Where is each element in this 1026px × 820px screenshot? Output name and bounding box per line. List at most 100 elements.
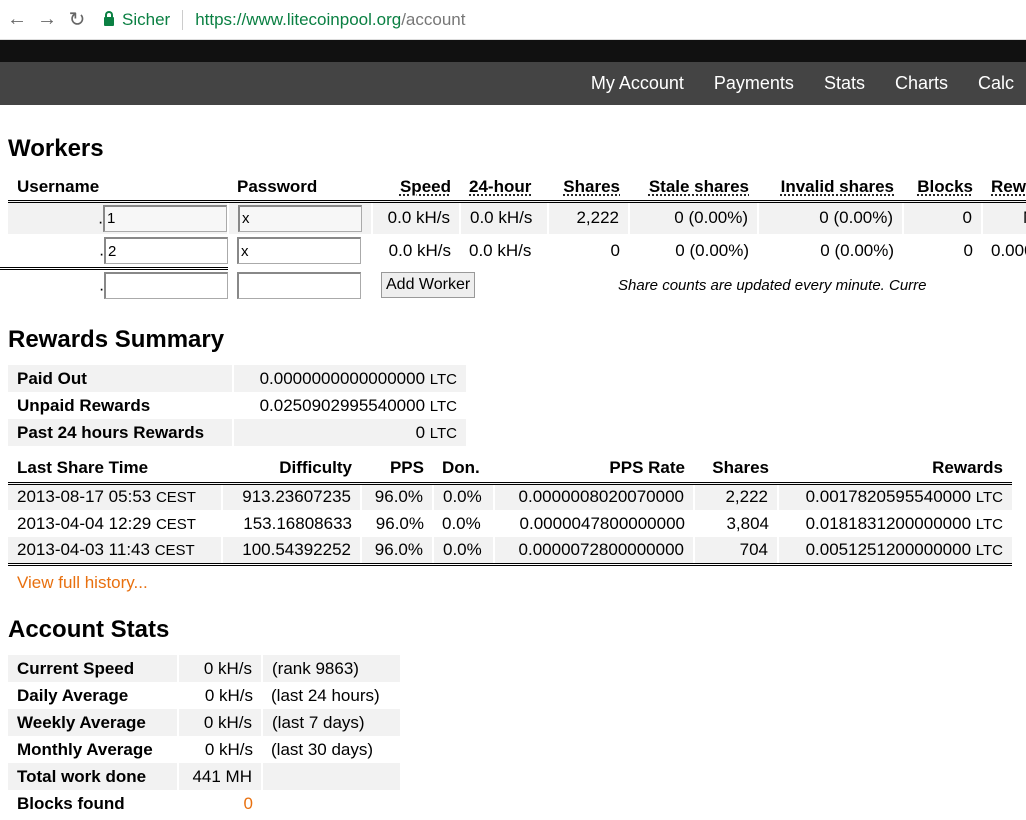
- paid-out-label: Paid Out: [17, 368, 87, 388]
- timezone: CEST: [154, 541, 195, 559]
- stat-note: [262, 790, 400, 817]
- difficulty: 913.23607235: [221, 483, 361, 510]
- stale: 0 (0.00%): [675, 240, 749, 260]
- shares: 0: [610, 240, 620, 260]
- difficulty: 100.54392252: [221, 537, 361, 564]
- speed: 0.0 kH/s: [371, 201, 460, 234]
- col-don: Don.: [442, 458, 480, 478]
- stat-value: 0: [243, 793, 253, 813]
- stats-row: Weekly Average 0 kH/s (last 7 days): [8, 709, 400, 736]
- nav-payments[interactable]: Payments: [714, 73, 794, 94]
- col-shares: Shares: [563, 176, 620, 196]
- unit: LTC: [975, 489, 1003, 507]
- main-nav: My Account Payments Stats Charts Calc: [0, 62, 1026, 105]
- password-input[interactable]: [238, 204, 362, 232]
- nav-charts[interactable]: Charts: [895, 73, 948, 94]
- 24hour: 0.0 kH/s: [469, 240, 532, 260]
- col-username: Username: [17, 176, 100, 196]
- new-password-input[interactable]: [237, 271, 361, 299]
- back-icon[interactable]: ←: [4, 8, 30, 31]
- stats-row: Current Speed 0 kH/s (rank 9863): [8, 655, 400, 682]
- pps: 96.0%: [360, 483, 433, 510]
- unit: LTC: [975, 541, 1003, 559]
- shares: 2,222: [693, 483, 778, 510]
- col-blocks: Blocks: [917, 176, 973, 196]
- stat-label: Current Speed: [17, 658, 135, 678]
- shares: 3,804: [726, 513, 769, 533]
- rewards: 0.0017820595540000: [805, 487, 972, 507]
- table-row: . 0.0 kH/s 0.0 kH/s 2,222 0 (0.00%) 0 (0…: [8, 201, 1026, 234]
- col-rewards: Rewards: [932, 458, 1003, 478]
- forward-icon[interactable]: →: [34, 8, 60, 31]
- username-input[interactable]: [103, 204, 227, 232]
- stat-value: 0 kH/s: [204, 739, 253, 759]
- blocks: 0: [963, 240, 973, 260]
- nav-calc[interactable]: Calc: [978, 73, 1014, 94]
- add-worker-button[interactable]: Add Worker: [381, 272, 476, 298]
- stat-note: (last 24 hours): [271, 685, 380, 705]
- account-stats-title: Account Stats: [8, 616, 170, 643]
- time: 2013-04-04 12:29: [17, 513, 152, 533]
- col-pps-rate: PPS Rate: [609, 458, 685, 478]
- donation: 0.0%: [432, 483, 494, 510]
- blocks: 0: [902, 201, 982, 234]
- workers-table: Username Password Speed 24-hour Shares S…: [0, 174, 1026, 303]
- timezone: CEST: [155, 515, 196, 533]
- pps-rate: 0.0000072800000000: [493, 537, 694, 564]
- shares: 704: [693, 537, 778, 564]
- add-worker-row: . Add Worker Share counts are updated ev…: [0, 267, 1026, 303]
- stat-value: 441 MH: [177, 763, 262, 790]
- col-password: Password: [237, 176, 318, 196]
- stat-label: Daily Average: [17, 685, 129, 705]
- nav-my-account[interactable]: My Account: [591, 73, 684, 94]
- stat-label: Blocks found: [17, 793, 125, 813]
- reload-icon[interactable]: ↻: [64, 7, 90, 32]
- secure-label: Sicher: [122, 9, 171, 29]
- username-input[interactable]: [104, 237, 228, 264]
- view-full-history-link[interactable]: View full history...: [17, 573, 148, 593]
- stat-label: Weekly Average: [17, 712, 146, 732]
- account-stats-table: Current Speed 0 kH/s (rank 9863) Daily Av…: [8, 655, 400, 817]
- time: 2013-08-17 05:53: [17, 487, 152, 507]
- address-bar[interactable]: Sicher https://www.litecoinpool.org/acco…: [104, 9, 466, 30]
- share-history-table: Last Share Time Difficulty PPS Don. PPS …: [8, 455, 1012, 566]
- rewards: 0.0051251200000000: [805, 539, 972, 559]
- donation: 0.0%: [442, 513, 481, 533]
- speed: 0.0 kH/s: [388, 240, 451, 260]
- stat-note: (rank 9863): [261, 655, 400, 682]
- rewards: 0.0181831200000000: [805, 513, 972, 533]
- donation: 0.0%: [432, 537, 494, 564]
- new-username-input[interactable]: [104, 271, 228, 299]
- timezone: CEST: [155, 489, 196, 507]
- col-last-share-time: Last Share Time: [17, 458, 149, 478]
- url-path: /account: [401, 9, 466, 29]
- table-row: 2013-04-03 11:43 CEST 100.54392252 96.0%…: [8, 537, 1012, 564]
- share-count-note: Share counts are updated every minute. C…: [618, 276, 927, 294]
- unpaid-value: 0.0250902995540000: [259, 395, 426, 415]
- col-invalid: Invalid shares: [780, 176, 894, 196]
- pps: 96.0%: [375, 513, 424, 533]
- password-input[interactable]: [237, 237, 361, 264]
- stat-value: 0 kH/s: [177, 709, 262, 736]
- past24-label: Past 24 hours Rewards: [17, 422, 205, 442]
- nav-stats[interactable]: Stats: [824, 73, 865, 94]
- lock-icon: [104, 11, 114, 26]
- stats-row: Blocks found 0: [8, 790, 400, 817]
- divider: [182, 9, 184, 30]
- past24-value: 0: [415, 422, 426, 442]
- unpaid-label: Unpaid Rewards: [17, 395, 151, 415]
- stat-note: (last 7 days): [261, 709, 400, 736]
- rewards: N: [981, 201, 1026, 234]
- pps-rate: 0.0000008020070000: [493, 483, 694, 510]
- stats-row: Total work done 441 MH: [8, 763, 400, 790]
- unit: LTC: [429, 397, 457, 415]
- stats-row: Monthly Average 0 kH/s (last 30 days): [8, 736, 400, 763]
- col-difficulty: Difficulty: [279, 458, 352, 478]
- col-speed: Speed: [399, 176, 451, 196]
- col-pps: PPS: [389, 458, 424, 478]
- stat-label: Monthly Average: [17, 739, 153, 759]
- stat-note: [261, 763, 400, 790]
- rewards: 0.000: [991, 240, 1026, 260]
- pps: 96.0%: [360, 537, 433, 564]
- col-stale: Stale shares: [648, 176, 749, 196]
